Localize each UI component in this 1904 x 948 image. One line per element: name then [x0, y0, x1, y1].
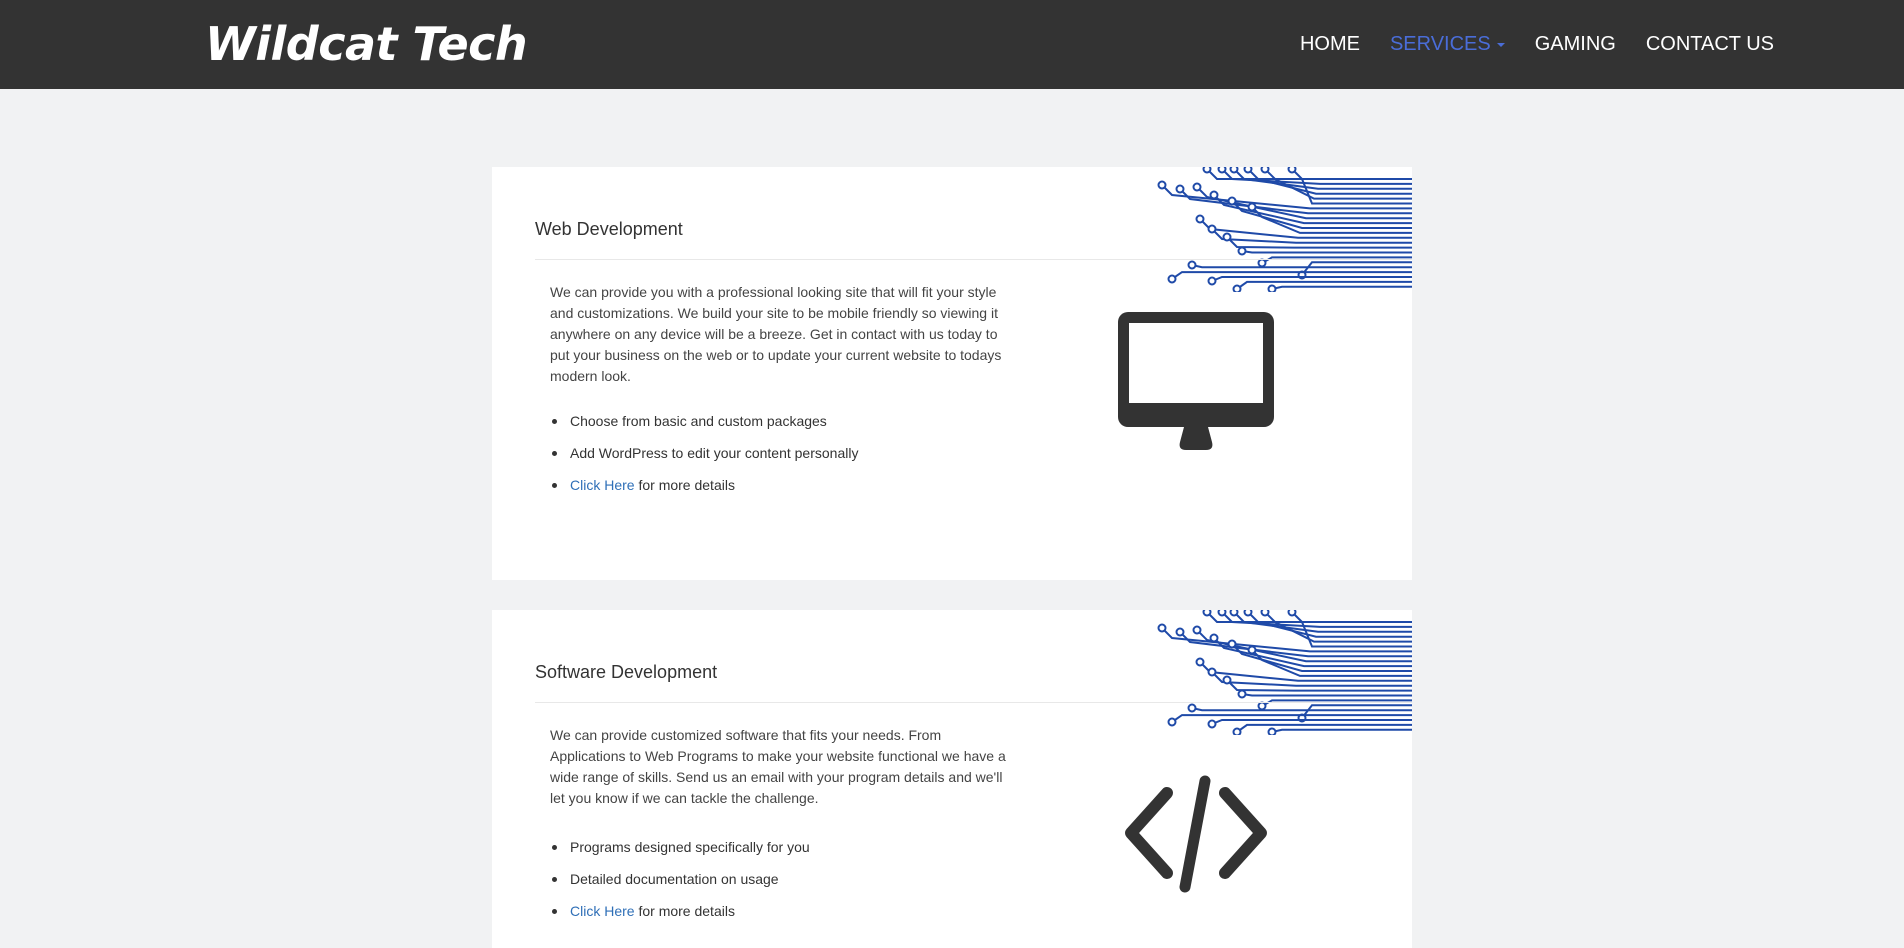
link-suffix: for more details	[634, 477, 735, 493]
divider	[535, 259, 1412, 260]
code-icon	[1125, 775, 1267, 893]
top-navbar: Wildcat Tech HOME SERVICES GAMING CONTAC…	[0, 0, 1904, 89]
nav-services-label: SERVICES	[1389, 33, 1491, 55]
service-panel-software-development: Software Development We can provide cust…	[492, 610, 1412, 948]
section-description: We can provide you with a professional l…	[550, 284, 1002, 384]
brand-logo[interactable]: Wildcat Tech	[205, 18, 528, 70]
list-item: Click Here for more details	[552, 901, 1010, 933]
list-item: Add WordPress to edit your content perso…	[552, 443, 1010, 475]
list-item: Click Here for more details	[552, 475, 1010, 507]
nav-gaming[interactable]: GAMING	[1535, 30, 1616, 58]
nav-contact-us[interactable]: CONTACT US	[1646, 30, 1774, 58]
divider	[535, 702, 1412, 703]
service-panel-web-development: Web Development We can provide you with …	[492, 167, 1412, 580]
section-description: We can provide customized software that …	[550, 727, 1006, 806]
chevron-down-icon	[1496, 42, 1505, 47]
monitor-icon	[1118, 312, 1274, 450]
link-suffix: for more details	[634, 903, 735, 919]
feature-list: Programs designed specifically for you D…	[552, 837, 1010, 933]
nav-services[interactable]: SERVICES	[1390, 30, 1505, 58]
click-here-link[interactable]: Click Here	[570, 477, 635, 493]
nav-home[interactable]: HOME	[1300, 30, 1360, 58]
list-item: Choose from basic and custom packages	[552, 411, 1010, 443]
circuit-decoration	[1157, 167, 1412, 292]
section-title: Software Development	[535, 662, 718, 682]
section-title: Web Development	[535, 219, 683, 239]
list-item: Detailed documentation on usage	[552, 869, 1010, 901]
circuit-decoration	[1157, 610, 1412, 735]
list-item: Programs designed specifically for you	[552, 837, 1010, 869]
main-nav: HOME SERVICES GAMING CONTACT US	[1270, 30, 1774, 58]
click-here-link[interactable]: Click Here	[570, 903, 635, 919]
feature-list: Choose from basic and custom packages Ad…	[552, 411, 1010, 507]
